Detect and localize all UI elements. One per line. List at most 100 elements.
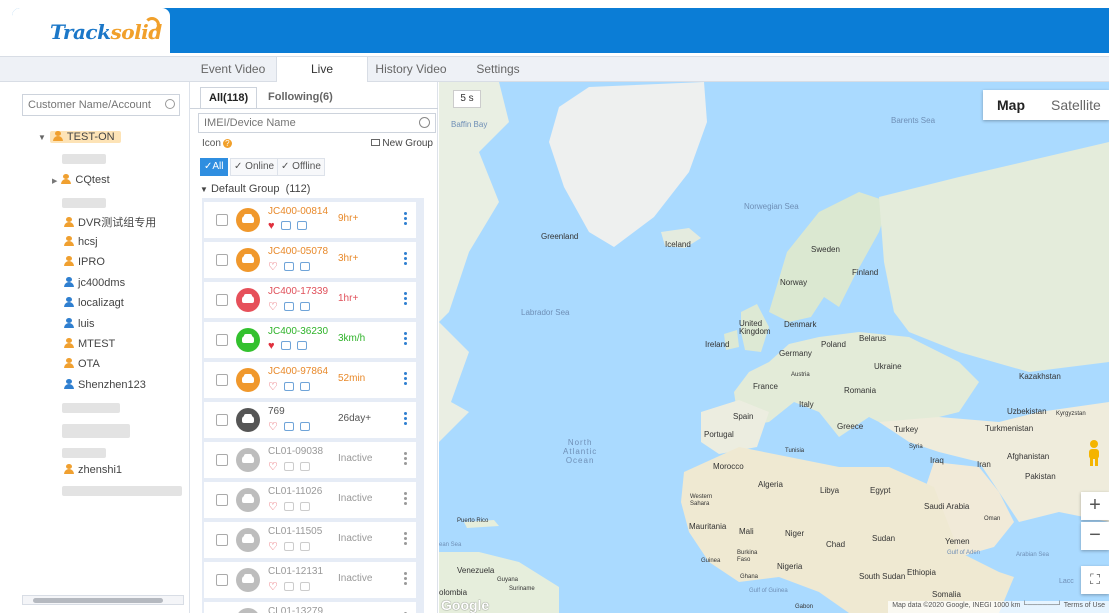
video-icon[interactable] — [299, 262, 310, 271]
tree-item-jc400dms[interactable]: jc400dms — [64, 274, 125, 292]
tree-item-shenzhen123[interactable]: Shenzhen123 — [64, 376, 146, 394]
device-name[interactable]: JC400-36230 — [268, 326, 328, 337]
tab-history-video[interactable]: History Video — [368, 57, 454, 83]
tree-item-luis[interactable]: luis — [64, 315, 95, 333]
device-name[interactable]: 769 — [268, 406, 285, 417]
home-icon[interactable] — [280, 221, 291, 230]
icon-legend[interactable]: Icon? — [202, 138, 232, 149]
favorite-heart-icon[interactable]: ♡ — [268, 260, 278, 273]
video-icon[interactable] — [299, 542, 310, 551]
favorite-heart-icon[interactable]: ♡ — [268, 380, 278, 393]
device-checkbox[interactable] — [216, 374, 228, 386]
favorite-heart-icon[interactable]: ♡ — [268, 540, 278, 553]
home-icon[interactable] — [283, 462, 294, 471]
refresh-interval-badge[interactable]: 5 s — [453, 90, 481, 108]
tree-item-dvr[interactable]: DVR测试组专用 — [64, 214, 156, 232]
group-header[interactable]: ▼ Default Group (112) — [200, 183, 310, 195]
favorite-heart-icon[interactable]: ♥ — [268, 340, 275, 352]
video-icon[interactable] — [299, 502, 310, 511]
home-icon[interactable] — [280, 341, 291, 350]
more-menu-icon[interactable] — [404, 252, 408, 268]
tree-root[interactable]: ▼ TEST-ON — [38, 128, 121, 146]
device-card[interactable]: CL01-11505 ♡ Inactive — [204, 522, 416, 558]
tree-item-ota[interactable]: OTA — [64, 355, 100, 373]
tab-event-video[interactable]: Event Video — [190, 57, 276, 83]
map-view[interactable]: Baffin Bay Barents Sea Norwegian Sea Gre… — [439, 82, 1109, 613]
device-card[interactable]: CL01-12131 ♡ Inactive — [204, 562, 416, 598]
video-icon[interactable] — [299, 382, 310, 391]
video-icon[interactable] — [296, 341, 307, 350]
device-checkbox[interactable] — [216, 494, 228, 506]
device-checkbox[interactable] — [216, 214, 228, 226]
new-group-button[interactable]: New Group — [371, 138, 433, 149]
device-card[interactable]: CL01-11026 ♡ Inactive — [204, 482, 416, 518]
favorite-heart-icon[interactable]: ♡ — [268, 420, 278, 433]
scrollbar-thumb[interactable] — [33, 598, 163, 603]
favorite-heart-icon[interactable]: ♡ — [268, 460, 278, 473]
search-icon[interactable] — [419, 117, 430, 128]
device-checkbox[interactable] — [216, 534, 228, 546]
filter-online[interactable]: ✓ Online — [230, 158, 279, 176]
device-checkbox[interactable] — [216, 574, 228, 586]
more-menu-icon[interactable] — [404, 492, 408, 508]
help-icon[interactable]: ? — [222, 139, 232, 148]
zoom-in-button[interactable]: + — [1081, 492, 1109, 520]
tab-following[interactable]: Following(6) — [260, 87, 341, 109]
video-icon[interactable] — [299, 582, 310, 591]
device-checkbox[interactable] — [216, 294, 228, 306]
device-name[interactable]: CL01-11505 — [268, 526, 322, 537]
favorite-heart-icon[interactable]: ♡ — [268, 580, 278, 593]
more-menu-icon[interactable] — [404, 452, 408, 468]
tree-item-hcsj[interactable]: hcsj — [64, 233, 98, 251]
more-menu-icon[interactable] — [404, 572, 408, 588]
device-name[interactable]: JC400-97864 — [268, 366, 328, 377]
device-name[interactable]: CL01-11026 — [268, 486, 322, 497]
device-checkbox[interactable] — [216, 414, 228, 426]
video-icon[interactable] — [299, 462, 310, 471]
more-menu-icon[interactable] — [404, 292, 408, 308]
device-name[interactable]: CL01-13279 — [268, 606, 323, 613]
tree-item-mtest[interactable]: MTEST — [64, 335, 115, 353]
device-checkbox[interactable] — [216, 454, 228, 466]
home-icon[interactable] — [283, 502, 294, 511]
more-menu-icon[interactable] — [404, 212, 408, 228]
expand-arrow-icon[interactable]: ▶ — [52, 178, 57, 185]
map-type-satellite-button[interactable]: Satellite — [1051, 90, 1101, 120]
device-checkbox[interactable] — [216, 334, 228, 346]
favorite-heart-icon[interactable]: ♥ — [268, 220, 275, 232]
search-icon[interactable] — [165, 99, 175, 109]
video-icon[interactable] — [296, 221, 307, 230]
filter-all[interactable]: ✓All — [200, 158, 228, 176]
video-icon[interactable] — [299, 302, 310, 311]
home-icon[interactable] — [283, 582, 294, 591]
more-menu-icon[interactable] — [404, 372, 408, 388]
tree-item-zhenshi1[interactable]: zhenshi1 — [64, 461, 122, 479]
device-name[interactable]: JC400-05078 — [268, 246, 328, 257]
logo[interactable]: Tracksolid — [12, 8, 170, 53]
device-card[interactable]: JC400-00814 ♥ 9hr+ — [204, 202, 416, 238]
home-icon[interactable] — [283, 262, 294, 271]
collapse-arrow-icon[interactable]: ▼ — [200, 185, 208, 194]
home-icon[interactable] — [283, 382, 294, 391]
device-card[interactable]: JC400-97864 ♡ 52min — [204, 362, 416, 398]
device-card[interactable]: 769 ♡ 26day+ — [204, 402, 416, 438]
more-menu-icon[interactable] — [404, 412, 408, 428]
more-menu-icon[interactable] — [404, 532, 408, 548]
favorite-heart-icon[interactable]: ♡ — [268, 300, 278, 313]
device-card[interactable]: CL01-13279♡ — [204, 602, 416, 613]
more-menu-icon[interactable] — [404, 332, 408, 348]
video-icon[interactable] — [299, 422, 310, 431]
home-icon[interactable] — [283, 422, 294, 431]
horizontal-scrollbar[interactable] — [22, 595, 184, 605]
tree-item-localizagt[interactable]: localizagt — [64, 294, 124, 312]
map-type-map-button[interactable]: Map — [997, 90, 1025, 120]
device-name[interactable]: JC400-17339 — [268, 286, 328, 297]
favorite-heart-icon[interactable]: ♡ — [268, 500, 278, 513]
tree-item-cqtest[interactable]: ▶ CQtest — [52, 171, 110, 189]
tab-all-devices[interactable]: All(118) — [200, 87, 258, 109]
expand-arrow-icon[interactable]: ▼ — [38, 133, 46, 142]
device-card[interactable]: CL01-09038 ♡ Inactive — [204, 442, 416, 478]
tab-settings[interactable]: Settings — [460, 57, 536, 83]
zoom-out-button[interactable]: − — [1081, 522, 1109, 550]
customer-search-input[interactable] — [23, 95, 153, 115]
